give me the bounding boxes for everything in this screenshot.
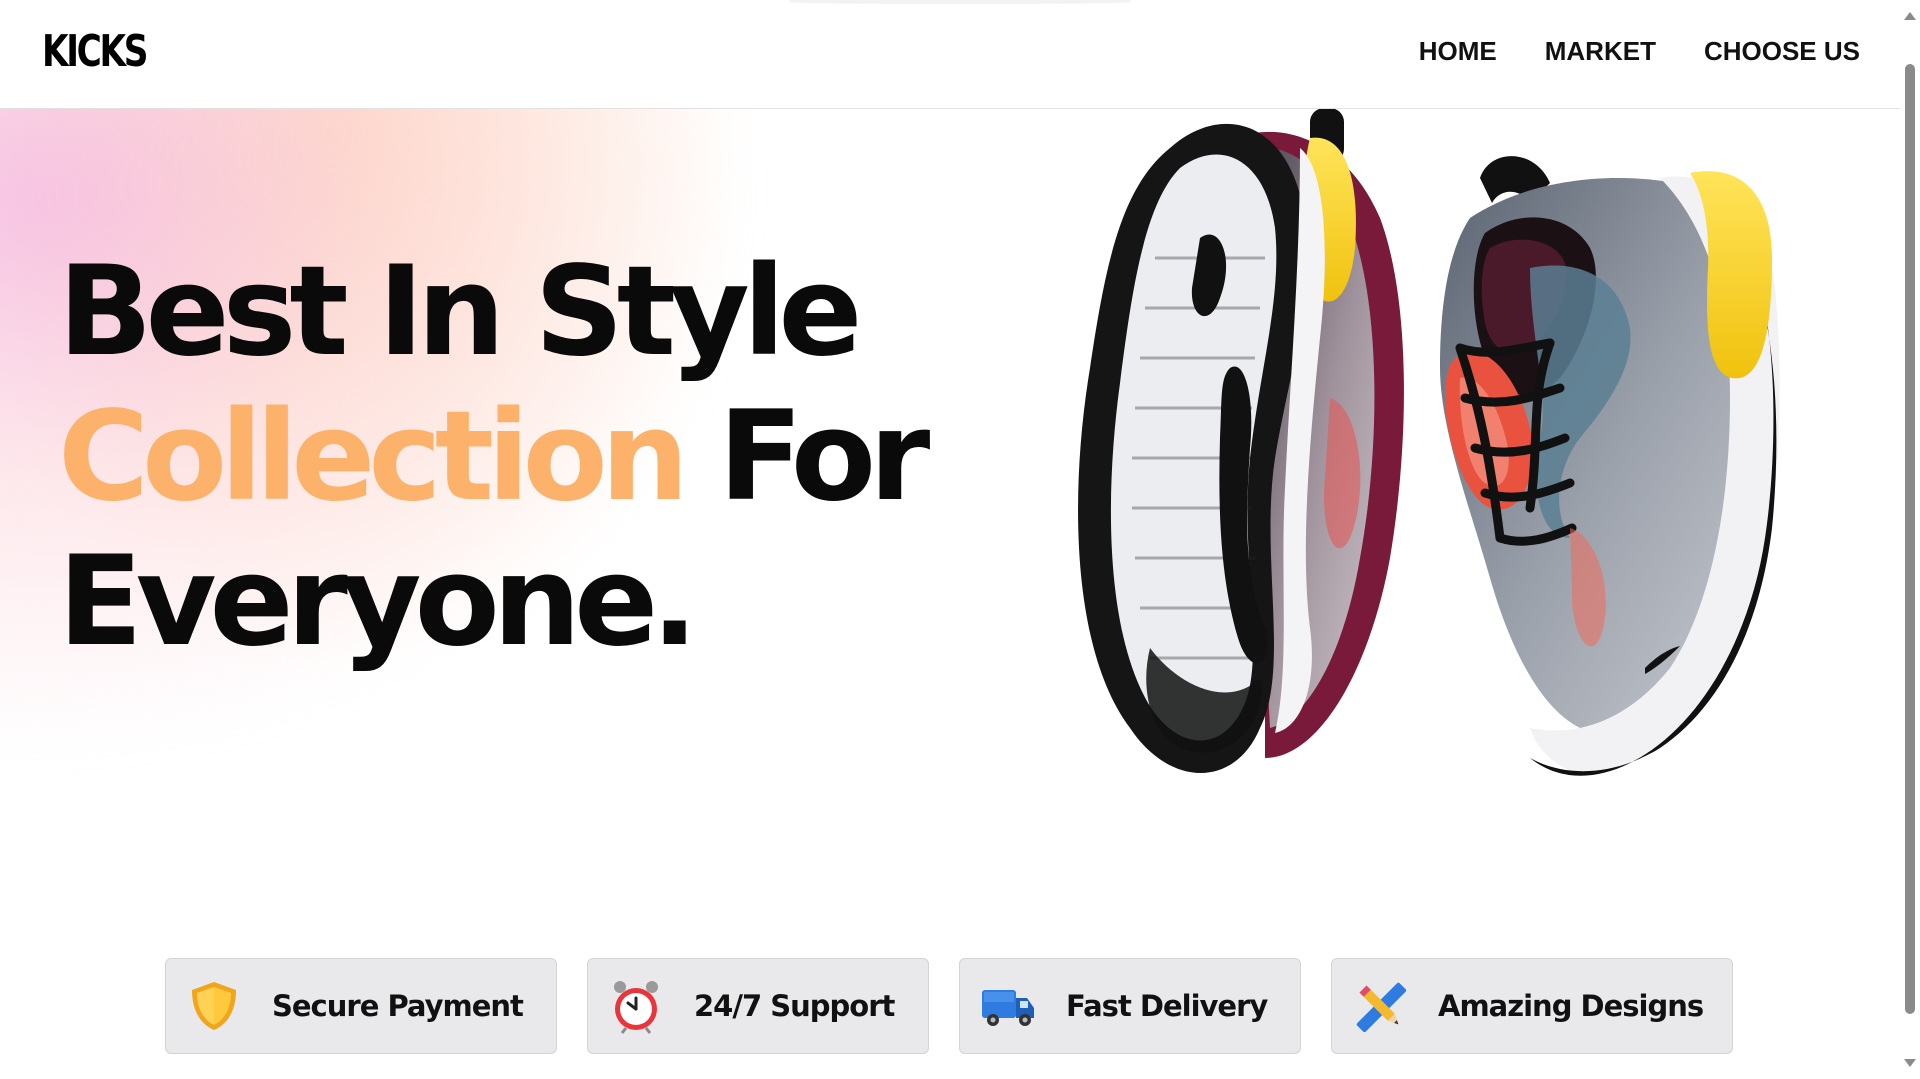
delivery-truck-icon bbox=[982, 990, 1034, 1026]
nav-home[interactable]: HOME bbox=[1419, 36, 1497, 67]
feature-label: Fast Delivery bbox=[1066, 989, 1268, 1023]
feature-label: Secure Payment bbox=[272, 989, 524, 1023]
hero-line-2: Collection For bbox=[58, 385, 930, 530]
right-shoe bbox=[1440, 156, 1780, 776]
shield-icon bbox=[192, 982, 236, 1030]
hero-accent-word: Collection bbox=[58, 385, 689, 529]
feature-label: Amazing Designs bbox=[1438, 989, 1704, 1023]
left-shoe bbox=[1078, 108, 1404, 774]
alarm-clock-icon bbox=[614, 981, 658, 1034]
nav-choose-us[interactable]: CHOOSE US bbox=[1704, 36, 1860, 67]
site-header: KICKS HOME MARKET CHOOSE US bbox=[0, 0, 1900, 109]
scroll-down-arrow-icon[interactable] bbox=[1904, 1059, 1916, 1067]
pencil-ruler-icon bbox=[1356, 982, 1407, 1033]
feature-card-support[interactable]: 24/7 Support bbox=[587, 958, 929, 1054]
feature-label: 24/7 Support bbox=[694, 989, 895, 1023]
scroll-thumb[interactable] bbox=[1905, 64, 1915, 1014]
nav-market[interactable]: MARKET bbox=[1545, 36, 1656, 67]
logo[interactable]: KICKS bbox=[42, 26, 148, 77]
scroll-up-arrow-icon[interactable] bbox=[1904, 12, 1916, 20]
hero-title: Best In Style Collection For Everyone. bbox=[58, 240, 930, 675]
main-nav: HOME MARKET CHOOSE US bbox=[1419, 36, 1860, 67]
feature-card-delivery[interactable]: Fast Delivery bbox=[959, 958, 1301, 1054]
hero-line-3: Everyone. bbox=[58, 530, 698, 674]
sneakers-image bbox=[1078, 108, 1780, 776]
feature-card-designs[interactable]: Amazing Designs bbox=[1331, 958, 1733, 1054]
feature-card-secure-payment[interactable]: Secure Payment bbox=[165, 958, 557, 1054]
hero-line-1: Best In Style bbox=[58, 240, 862, 384]
page-scrollbar[interactable] bbox=[1900, 0, 1920, 1079]
hero-line-2-rest: For bbox=[682, 385, 930, 529]
top-shadow bbox=[790, 0, 1130, 4]
landing-page: KICKS HOME MARKET CHOOSE US Best In Styl… bbox=[0, 0, 1920, 1079]
